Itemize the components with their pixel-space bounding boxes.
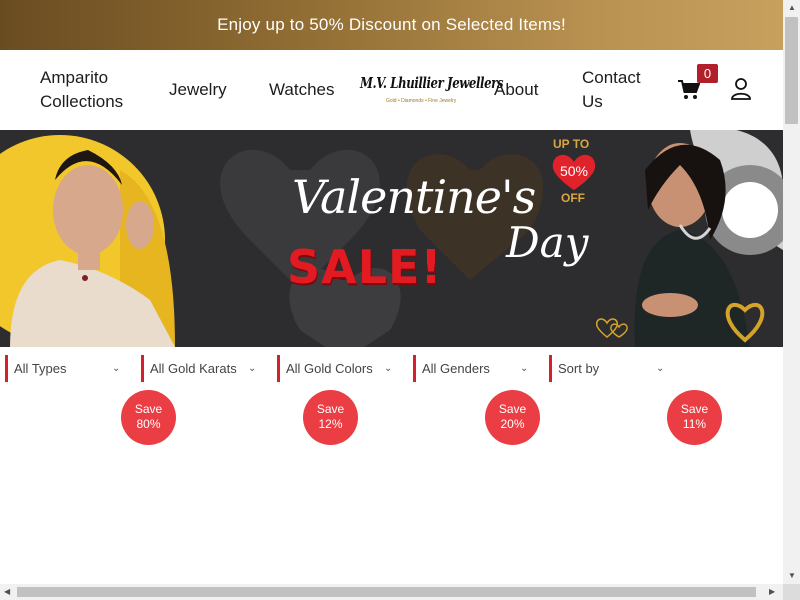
banner-day: Day [506,218,589,267]
promo-bar: Enjoy up to 50% Discount on Selected Ite… [0,0,783,50]
filter-gold-color-select[interactable]: All Gold Colors ⌄ [277,355,397,382]
filter-label: Sort by [558,361,600,376]
horizontal-scrollbar[interactable]: ◀ ▶ [0,584,783,600]
promo-text: Enjoy up to 50% Discount on Selected Ite… [217,15,566,34]
filter-type-select[interactable]: All Types ⌄ [5,355,125,382]
small-hearts-icon [595,318,628,338]
banner-valentines: Valentine's [292,170,536,224]
filter-label: All Genders [422,361,490,376]
right-model-image [634,143,765,347]
vertical-scroll-thumb[interactable] [785,17,798,124]
filter-gold-karat-select[interactable]: All Gold Karats ⌄ [141,355,261,382]
vertical-scrollbar[interactable]: ▲ ▼ [783,0,800,584]
nav-about[interactable]: About [494,78,538,102]
page: Enjoy up to 50% Discount on Selected Ite… [0,0,783,584]
cart-icon[interactable] [678,80,700,100]
banner-percent: 50% [560,163,588,179]
filter-bar: All Types ⌄ All Gold Karats ⌄ All Gold C… [0,347,783,391]
chevron-down-icon: ⌄ [384,363,393,374]
save-badge: Save 12% [303,390,358,445]
save-badge: Save 20% [485,390,540,445]
save-word: Save [134,402,163,416]
filter-label: All Gold Colors [286,361,373,376]
site-header: Amparito Collections Jewelry Watches M.V… [0,50,783,130]
user-icon[interactable] [731,78,751,100]
heart-icon: 50% [552,154,596,190]
filter-label: All Gold Karats [150,361,237,376]
save-value: 11% [682,417,707,431]
chevron-down-icon: ⌄ [656,363,665,374]
nav-watches[interactable]: Watches [269,78,335,102]
filter-gender-select[interactable]: All Genders ⌄ [413,355,533,382]
nav-contact-us[interactable]: Contact Us [582,66,662,114]
scroll-left-arrow-icon[interactable]: ◀ [4,587,10,596]
logo-tagline: Gold • Diamonds • Fine Jewelry [386,98,457,104]
save-badge: Save 11% [667,390,722,445]
logo-wordmark: M.V. Lhuillier Jewellers [360,74,504,92]
scrollbar-corner [783,584,800,600]
site-logo[interactable]: M.V. Lhuillier Jewellers Gold • Diamonds… [360,74,504,120]
cart-count-badge: 0 [697,64,718,83]
save-value: 20% [500,417,525,431]
save-word: Save [498,402,527,416]
save-value: 12% [318,417,343,431]
sort-by-select[interactable]: Sort by ⌄ [549,355,669,382]
save-word: Save [316,402,345,416]
scroll-up-arrow-icon[interactable]: ▲ [788,3,796,12]
banner-upto: UP TO [553,137,590,151]
filter-label: All Types [14,361,67,376]
banner-sale: SALE! [287,240,443,294]
left-model-image [0,135,175,347]
valentines-sale-banner[interactable]: UP TO 50% OFF Valentine's Day SALE! [0,130,783,347]
save-badge: Save 80% [121,390,176,445]
scroll-down-arrow-icon[interactable]: ▼ [788,571,796,580]
save-word: Save [680,402,709,416]
save-value: 80% [136,417,161,431]
horizontal-scroll-thumb[interactable] [17,587,756,597]
scroll-right-arrow-icon[interactable]: ▶ [769,587,775,596]
chevron-down-icon: ⌄ [520,363,529,374]
nav-amparito-collections[interactable]: Amparito Collections [40,66,140,114]
nav-jewelry[interactable]: Jewelry [169,78,227,102]
banner-off: OFF [561,191,585,205]
chevron-down-icon: ⌄ [248,363,257,374]
chevron-down-icon: ⌄ [112,363,121,374]
